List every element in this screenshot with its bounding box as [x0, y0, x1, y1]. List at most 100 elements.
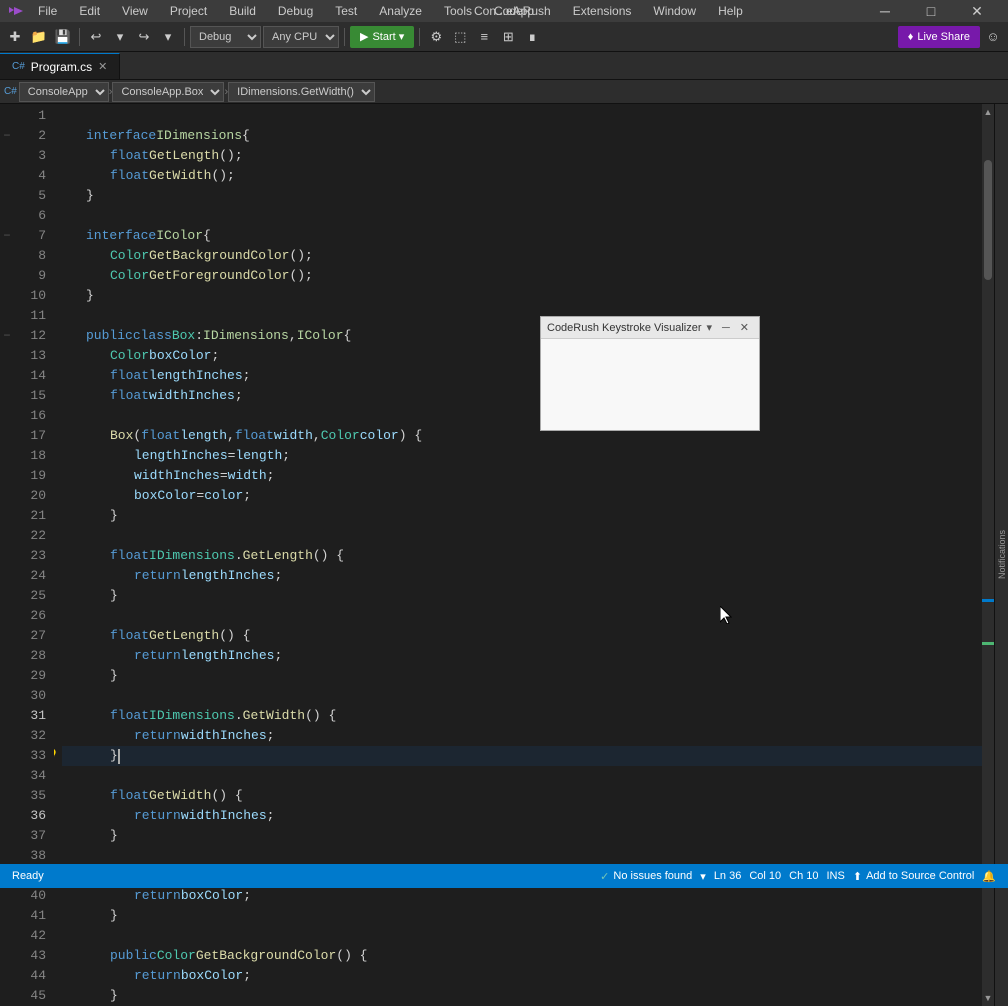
tab-bar: C# Program.cs ✕ — [0, 52, 1008, 80]
ruler-mark-blue — [982, 599, 994, 602]
status-source-control[interactable]: ⬆ Add to Source Control — [849, 870, 978, 883]
redo-button[interactable]: ↪ — [133, 26, 155, 48]
code-line: float widthInches; — [62, 386, 982, 406]
kv-close-button[interactable]: ✕ — [736, 321, 753, 334]
toolbar-extra2[interactable]: ≡ — [473, 26, 495, 48]
app-menu-test[interactable]: Test — [327, 2, 365, 20]
toolbar-extra1[interactable]: ⬚ — [449, 26, 471, 48]
lineno: 9 — [18, 266, 46, 286]
app-menu-debug[interactable]: Debug — [270, 2, 321, 20]
code-line — [62, 606, 982, 626]
close-button[interactable]: ✕ — [954, 0, 1000, 22]
collapse-1[interactable]: − — [0, 126, 14, 146]
status-col[interactable]: Col 10 — [745, 870, 785, 882]
lightbulb-icon[interactable]: 💡 — [54, 746, 59, 766]
status-line[interactable]: Ln 36 — [710, 870, 746, 882]
tab-close-button[interactable]: ✕ — [98, 60, 107, 73]
lineno: 25 — [18, 586, 46, 606]
redo-dropdown[interactable]: ▾ — [157, 26, 179, 48]
lineno: 18 — [18, 446, 46, 466]
code-line: } — [62, 666, 982, 686]
app-menu-edit[interactable]: Edit — [71, 2, 108, 20]
app-menu-window[interactable]: Window — [645, 2, 704, 20]
feedback-button[interactable]: ☺ — [982, 26, 1004, 48]
undo-button[interactable]: ↩ — [85, 26, 107, 48]
lineno: 10 — [18, 286, 46, 306]
lineno: 14 — [18, 366, 46, 386]
scroll-down-arrow[interactable]: ▼ — [982, 990, 994, 1006]
scrollbar-thumb[interactable] — [984, 160, 992, 280]
toolbar-extra3[interactable]: ⊞ — [497, 26, 519, 48]
code-line: widthInches = width; — [62, 466, 982, 486]
app-menu-extensions[interactable]: Extensions — [565, 2, 640, 20]
app-menu-analyze[interactable]: Analyze — [371, 2, 430, 20]
code-line: } — [62, 186, 982, 206]
lineno: 7 — [18, 226, 46, 246]
lineno: 29 — [18, 666, 46, 686]
app-menu-project[interactable]: Project — [162, 2, 215, 20]
kv-header-buttons: ▾ ─ ✕ — [702, 321, 753, 334]
lineno: 30 — [18, 686, 46, 706]
open-button[interactable]: 📁 — [28, 26, 50, 48]
app-menu-view[interactable]: View — [114, 2, 156, 20]
status-errors-dropdown[interactable]: ▾ — [696, 870, 710, 883]
status-ins[interactable]: INS — [823, 870, 849, 882]
start-button[interactable]: ▶ ▶ Start Start ▾ — [350, 26, 414, 48]
code-line: float lengthInches; — [62, 366, 982, 386]
lineno: 33 — [18, 746, 46, 766]
code-line: Box(float length, float width, Color col… — [62, 426, 982, 446]
lineno: 35 — [18, 786, 46, 806]
code-line: } — [62, 506, 982, 526]
lineno: 23 — [18, 546, 46, 566]
breadcrumb-namespace-dropdown[interactable]: ConsoleApp — [19, 82, 109, 102]
kv-dropdown-button[interactable]: ▾ — [702, 321, 716, 334]
app-menu-help[interactable]: Help — [710, 2, 751, 20]
status-notification-bell[interactable]: 🔔 — [978, 870, 1000, 883]
code-line: return widthInches; — [62, 726, 982, 746]
app-menu-build[interactable]: Build — [221, 2, 264, 20]
code-line: boxColor = color; — [62, 486, 982, 506]
save-button[interactable]: 💾 — [52, 26, 74, 48]
platform-dropdown[interactable]: Any CPU x86 x64 — [263, 26, 339, 48]
start-icon: ▶ — [360, 30, 368, 43]
lineno: 13 — [18, 346, 46, 366]
code-line — [62, 306, 982, 326]
lineno: 3 — [18, 146, 46, 166]
breadcrumb-method-dropdown[interactable]: IDimensions.GetWidth() — [228, 82, 375, 102]
lineno: 38 — [18, 846, 46, 866]
check-icon: ✓ — [600, 870, 609, 883]
scroll-up-arrow[interactable]: ▲ — [982, 104, 994, 120]
lineno: 44 — [18, 966, 46, 986]
code-line: float IDimensions.GetWidth() { — [62, 706, 982, 726]
new-project-button[interactable]: ✚ — [4, 26, 26, 48]
code-line: float GetWidth() { — [62, 786, 982, 806]
status-issues[interactable]: ✓ No issues found — [596, 870, 696, 883]
status-ch[interactable]: Ch 10 — [785, 870, 822, 882]
collapse-3[interactable]: − — [0, 326, 14, 346]
keystroke-visualizer-header: CodeRush Keystroke Visualizer ▾ ─ ✕ — [541, 317, 759, 339]
undo-dropdown[interactable]: ▾ — [109, 26, 131, 48]
code-line: return lengthInches; — [62, 646, 982, 666]
toolbar-separator — [79, 28, 80, 46]
code-line: interface IColor { — [62, 226, 982, 246]
lineno: 31 — [18, 706, 46, 726]
tab-program-cs[interactable]: C# Program.cs ✕ — [0, 53, 120, 79]
collapse-2[interactable]: − — [0, 226, 14, 246]
lineno: 42 — [18, 926, 46, 946]
live-share-button[interactable]: ♦ ♦ Live Share Live Share — [898, 26, 980, 48]
code-line: return boxColor; — [62, 966, 982, 986]
breadcrumb-class-dropdown[interactable]: ConsoleApp.Box — [112, 82, 224, 102]
toolbar-extra4[interactable]: ∎ — [521, 26, 543, 48]
scrollbar-track[interactable] — [982, 120, 994, 990]
minimize-button[interactable]: ─ — [862, 0, 908, 22]
attach-button[interactable]: ⚙ — [425, 26, 447, 48]
source-control-label: Add to Source Control — [866, 870, 974, 882]
code-line: } — [62, 586, 982, 606]
lineno: 27 — [18, 626, 46, 646]
kv-title: CodeRush Keystroke Visualizer — [547, 322, 701, 334]
debug-mode-dropdown[interactable]: Debug Release — [190, 26, 261, 48]
code-line: float GetLength(); — [62, 146, 982, 166]
maximize-button[interactable]: □ — [908, 0, 954, 22]
app-menu-file[interactable]: File — [30, 2, 65, 20]
kv-minimize-button[interactable]: ─ — [718, 321, 734, 334]
